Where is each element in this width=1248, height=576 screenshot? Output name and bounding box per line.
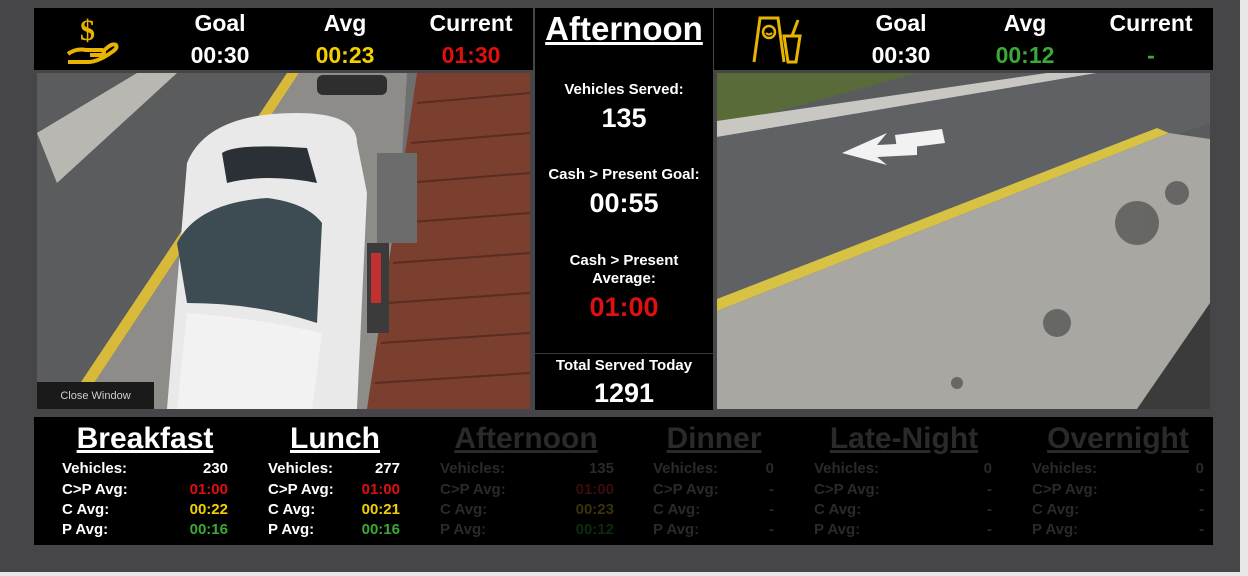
close-window-label: Close Window [60, 390, 131, 402]
left-avg-label: Avg [323, 10, 367, 36]
afternoon-cp-label: C>P Avg: [440, 481, 506, 498]
dinner-vehicles-value: 0 [765, 460, 774, 477]
left-current-value: 01:30 [441, 42, 501, 68]
vehicles-served-label: Vehicles Served: [564, 81, 684, 98]
dinner-vehicles-label: Vehicles: [653, 460, 719, 477]
afternoon-p-label: P Avg: [440, 521, 487, 538]
bottom-edge-strip [0, 572, 1248, 576]
close-window-button[interactable]: Close Window [37, 382, 154, 409]
center-title: Afternoon [545, 10, 703, 47]
late-night-vehicles-value: 0 [983, 460, 992, 477]
overnight-c-label: C Avg: [1032, 501, 1080, 518]
overnight-vehicles-value: 0 [1195, 460, 1204, 477]
afternoon-p-value: 00:12 [575, 521, 614, 538]
lunch-vehicles-value: 277 [374, 460, 400, 477]
daypart-title-late-night: Late-Night [829, 422, 979, 455]
afternoon-c-label: C Avg: [440, 501, 488, 518]
afternoon-vehicles-value: 135 [588, 460, 614, 477]
late-night-c-value: - [987, 501, 992, 518]
cash-dollar-icon: $ [66, 12, 122, 66]
overnight-p-value: - [1199, 521, 1204, 538]
right-current-label: Current [1109, 10, 1193, 36]
lunch-cp-label: C>P Avg: [268, 481, 334, 498]
cp-avg-label-2: Average: [592, 270, 656, 287]
daypart-title-afternoon: Afternoon [454, 422, 598, 455]
daypart-title-lunch: Lunch [290, 422, 380, 455]
right-camera-feed [717, 73, 1210, 409]
cp-goal-value: 00:55 [589, 188, 659, 218]
breakfast-vehicles-value: 230 [202, 460, 228, 477]
dinner-c-label: C Avg: [653, 501, 701, 518]
lunch-vehicles-label: Vehicles: [268, 460, 334, 477]
present-food-icon [748, 12, 804, 66]
lunch-c-value: 00:21 [361, 501, 400, 518]
dinner-cp-label: C>P Avg: [653, 481, 719, 498]
dinner-cp-value: - [769, 481, 774, 498]
vehicles-served-value: 135 [601, 103, 647, 133]
breakfast-c-label: C Avg: [62, 501, 110, 518]
late-night-c-label: C Avg: [814, 501, 862, 518]
right-goal-label: Goal [875, 10, 927, 36]
breakfast-p-value: 00:16 [189, 521, 228, 538]
daypart-title-dinner: Dinner [666, 422, 762, 455]
breakfast-cp-value: 01:00 [189, 481, 228, 498]
right-avg-value: 00:12 [995, 42, 1055, 68]
dinner-p-value: - [769, 521, 774, 538]
lunch-cp-value: 01:00 [361, 481, 400, 498]
left-current-label: Current [429, 10, 513, 36]
afternoon-c-value: 00:23 [575, 501, 614, 518]
late-night-p-label: P Avg: [814, 521, 861, 538]
total-served-label: Total Served Today [555, 357, 693, 374]
overnight-p-label: P Avg: [1032, 521, 1079, 538]
breakfast-vehicles-label: Vehicles: [62, 460, 128, 477]
lunch-c-label: C Avg: [268, 501, 316, 518]
afternoon-vehicles-label: Vehicles: [440, 460, 506, 477]
total-served-value: 1291 [593, 378, 655, 408]
overnight-cp-label: C>P Avg: [1032, 481, 1098, 498]
dinner-c-value: - [769, 501, 774, 518]
breakfast-p-label: P Avg: [62, 521, 109, 538]
late-night-vehicles-label: Vehicles: [814, 460, 880, 477]
late-night-cp-value: - [987, 481, 992, 498]
left-goal-value: 00:30 [190, 42, 250, 68]
right-current-value: - [1147, 42, 1155, 68]
overnight-c-value: - [1199, 501, 1204, 518]
right-avg-label: Avg [1003, 10, 1047, 36]
dinner-p-label: P Avg: [653, 521, 700, 538]
afternoon-cp-value: 01:00 [575, 481, 614, 498]
svg-text:$: $ [80, 14, 95, 47]
breakfast-c-value: 00:22 [189, 501, 228, 518]
lunch-p-value: 00:16 [361, 521, 400, 538]
late-night-cp-label: C>P Avg: [814, 481, 880, 498]
right-goal-value: 00:30 [871, 42, 931, 68]
overnight-cp-value: - [1199, 481, 1204, 498]
daypart-title-breakfast: Breakfast [76, 422, 214, 455]
left-avg-value: 00:23 [315, 42, 375, 68]
cp-avg-value: 01:00 [589, 292, 659, 322]
daypart-title-overnight: Overnight [1047, 422, 1189, 455]
left-goal-label: Goal [194, 10, 246, 36]
late-night-p-value: - [987, 521, 992, 538]
left-camera-feed [37, 73, 530, 409]
overnight-vehicles-label: Vehicles: [1032, 460, 1098, 477]
cp-avg-label-1: Cash > Present [569, 252, 679, 269]
right-edge-strip [1240, 0, 1248, 576]
lunch-p-label: P Avg: [268, 521, 315, 538]
cp-goal-label: Cash > Present Goal: [548, 166, 700, 183]
breakfast-cp-label: C>P Avg: [62, 481, 128, 498]
center-divider [535, 353, 713, 354]
